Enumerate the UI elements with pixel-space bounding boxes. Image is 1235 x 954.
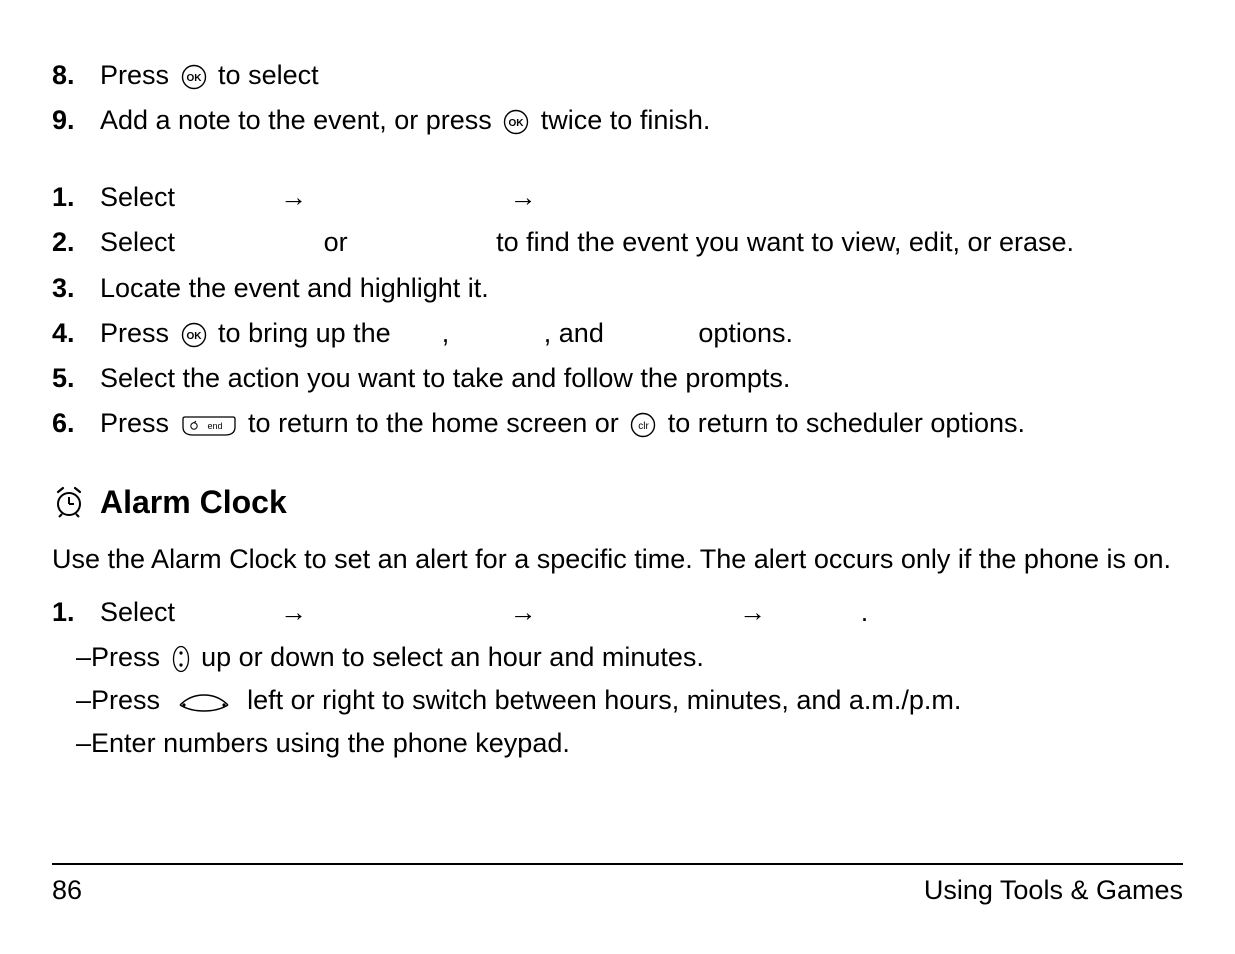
svg-text:OK: OK bbox=[509, 118, 525, 129]
arrow-icon: → bbox=[510, 593, 537, 632]
text: Select bbox=[100, 597, 175, 627]
text: Press bbox=[100, 408, 177, 438]
text: to return to scheduler options. bbox=[668, 408, 1025, 438]
text: Locate the event and highlight it. bbox=[100, 273, 489, 303]
svg-text:clr: clr bbox=[638, 421, 649, 432]
list-item: 1. Select → → → . bbox=[52, 593, 1183, 632]
list-number: 8. bbox=[52, 56, 100, 95]
dash: – bbox=[76, 685, 91, 715]
dash: – bbox=[76, 728, 91, 758]
alarm-steps-list: 1. Select → → → . bbox=[52, 593, 1183, 632]
page: 8. Press OK to select 9. Add a note to t… bbox=[0, 0, 1235, 954]
list-item: –Press up or down to select an hour and … bbox=[76, 638, 1183, 677]
arrow-icon: → bbox=[280, 593, 307, 632]
footer-row: 86 Using Tools & Games bbox=[52, 863, 1183, 910]
list-number: 5. bbox=[52, 359, 100, 398]
heading-text: Alarm Clock bbox=[100, 479, 287, 525]
list-number: 4. bbox=[52, 314, 100, 353]
list-item: 5. Select the action you want to take an… bbox=[52, 359, 1183, 398]
text: , bbox=[442, 318, 450, 348]
text: Press bbox=[100, 318, 177, 348]
text: to select bbox=[218, 60, 319, 90]
continued-steps-list: 8. Press OK to select 9. Add a note to t… bbox=[52, 56, 1183, 140]
page-footer: 86 Using Tools & Games bbox=[52, 863, 1183, 910]
list-body: Add a note to the event, or press OK twi… bbox=[100, 101, 1183, 140]
list-number: 1. bbox=[52, 593, 100, 632]
list-body: Press OK to bring up the , , and options… bbox=[100, 314, 1183, 353]
list-body: Select the action you want to take and f… bbox=[100, 359, 1183, 398]
ok-key-icon: OK bbox=[181, 64, 207, 90]
alarm-substeps-list: –Press up or down to select an hour and … bbox=[52, 638, 1183, 763]
text: Select bbox=[100, 227, 175, 257]
svg-text:OK: OK bbox=[186, 73, 202, 84]
list-item: –Enter numbers using the phone keypad. bbox=[76, 724, 1183, 763]
list-body: Locate the event and highlight it. bbox=[100, 269, 1183, 308]
text: left or right to switch between hours, m… bbox=[247, 685, 961, 715]
list-item: 9. Add a note to the event, or press OK … bbox=[52, 101, 1183, 140]
text: Select bbox=[100, 182, 175, 212]
svg-text:end: end bbox=[207, 421, 222, 431]
text: , and bbox=[544, 318, 604, 348]
section-title: Using Tools & Games bbox=[924, 871, 1183, 910]
text: to bring up the bbox=[218, 318, 391, 348]
text: options. bbox=[698, 318, 793, 348]
text: up or down to select an hour and minutes… bbox=[201, 642, 704, 672]
nav-leftright-key-icon bbox=[172, 691, 236, 713]
list-item: 6. Press end to return to the home scree… bbox=[52, 404, 1183, 443]
text: to find the event you want to view, edit… bbox=[496, 227, 1074, 257]
ok-key-icon: OK bbox=[181, 322, 207, 348]
list-item: 3. Locate the event and highlight it. bbox=[52, 269, 1183, 308]
spacer bbox=[52, 146, 1183, 178]
list-body: Press end to return to the home screen o… bbox=[100, 404, 1183, 443]
list-number: 6. bbox=[52, 404, 100, 443]
alarm-clock-icon bbox=[52, 485, 86, 519]
clr-key-icon: clr bbox=[630, 412, 656, 438]
dash: – bbox=[76, 642, 91, 672]
arrow-icon: → bbox=[510, 178, 537, 217]
text: Press bbox=[91, 642, 168, 672]
section-intro: Use the Alarm Clock to set an alert for … bbox=[52, 540, 1183, 579]
end-key-icon: end bbox=[181, 413, 237, 437]
list-body: Select → → → . bbox=[100, 593, 1183, 632]
list-item: –Press left or right to switch between h… bbox=[76, 681, 1183, 720]
text: twice to finish. bbox=[541, 105, 711, 135]
text: Press bbox=[100, 60, 177, 90]
text: Press bbox=[91, 685, 168, 715]
list-item: 2. Select or to find the event you want … bbox=[52, 223, 1183, 262]
list-number: 1. bbox=[52, 178, 100, 217]
ok-key-icon: OK bbox=[503, 109, 529, 135]
text: Enter numbers using the phone keypad. bbox=[91, 728, 570, 758]
list-item: 4. Press OK to bring up the , , and opti… bbox=[52, 314, 1183, 353]
list-body: Select → → bbox=[100, 178, 1183, 217]
arrow-icon: → bbox=[739, 593, 766, 632]
svg-text:OK: OK bbox=[186, 331, 202, 342]
list-item: 1. Select → → bbox=[52, 178, 1183, 217]
text: or bbox=[324, 227, 348, 257]
page-number: 86 bbox=[52, 871, 82, 910]
list-number: 2. bbox=[52, 223, 100, 262]
list-body: Select or to find the event you want to … bbox=[100, 223, 1183, 262]
manage-event-steps-list: 1. Select → → 2. Select or to find the e… bbox=[52, 178, 1183, 443]
list-item: 8. Press OK to select bbox=[52, 56, 1183, 95]
nav-updown-key-icon bbox=[172, 645, 190, 673]
text: . bbox=[861, 597, 869, 627]
list-number: 3. bbox=[52, 269, 100, 308]
text: Select the action you want to take and f… bbox=[100, 363, 790, 393]
section-heading: Alarm Clock bbox=[52, 479, 1183, 525]
list-body: Press OK to select bbox=[100, 56, 1183, 95]
text: to return to the home screen or bbox=[248, 408, 626, 438]
text: Add a note to the event, or press bbox=[100, 105, 499, 135]
arrow-icon: → bbox=[280, 178, 307, 217]
list-number: 9. bbox=[52, 101, 100, 140]
